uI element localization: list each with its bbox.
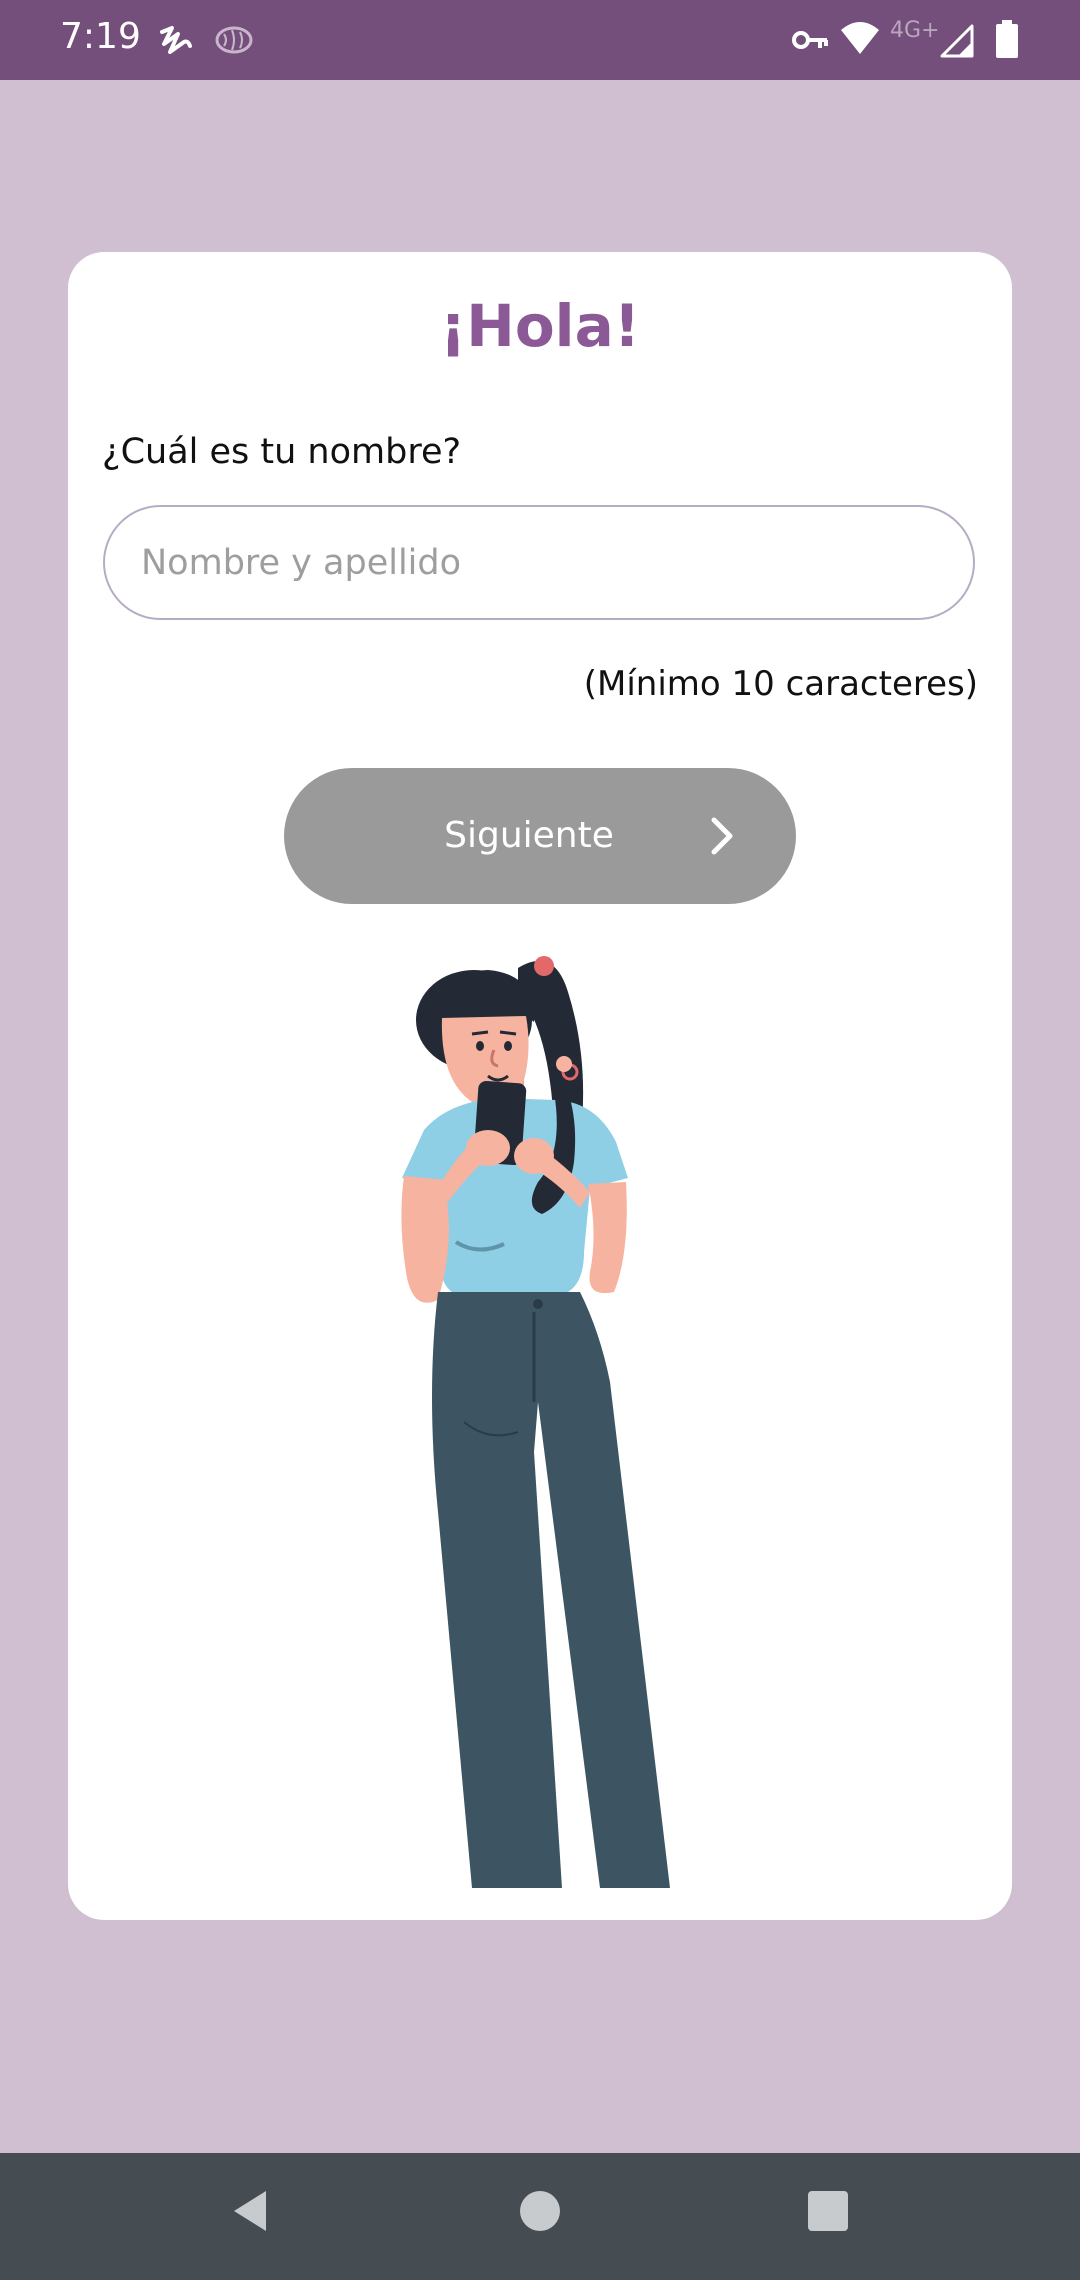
name-card: ¡Hola! ¿Cuál es tu nombre? (Mínimo 10 ca… [68,252,1012,1920]
greeting-title: ¡Hola! [439,292,641,360]
woman-with-phone-illustration [401,956,670,1888]
recents-icon[interactable] [806,2187,850,2235]
status-time: 7:19 [60,16,141,57]
navigation-bar [0,2153,1080,2280]
name-input[interactable] [103,505,975,620]
status-bar: 7:19 4G+ [0,0,1080,80]
home-icon[interactable] [518,2187,562,2235]
wifi-icon [841,22,879,54]
next-button[interactable]: Siguiente [284,768,796,904]
brain-app-icon [215,26,253,54]
next-button-label: Siguiente [444,815,614,856]
back-icon[interactable] [230,2187,270,2235]
chevron-right-icon [711,817,733,855]
squiggle-app-icon [160,26,192,54]
min-length-hint: (Mínimo 10 caracteres) [583,664,978,704]
network-type-label: 4G+ [890,18,940,43]
vpn-key-icon [792,31,828,49]
battery-icon [996,20,1018,58]
name-question-label: ¿Cuál es tu nombre? [102,432,462,472]
signal-icon [940,24,974,58]
